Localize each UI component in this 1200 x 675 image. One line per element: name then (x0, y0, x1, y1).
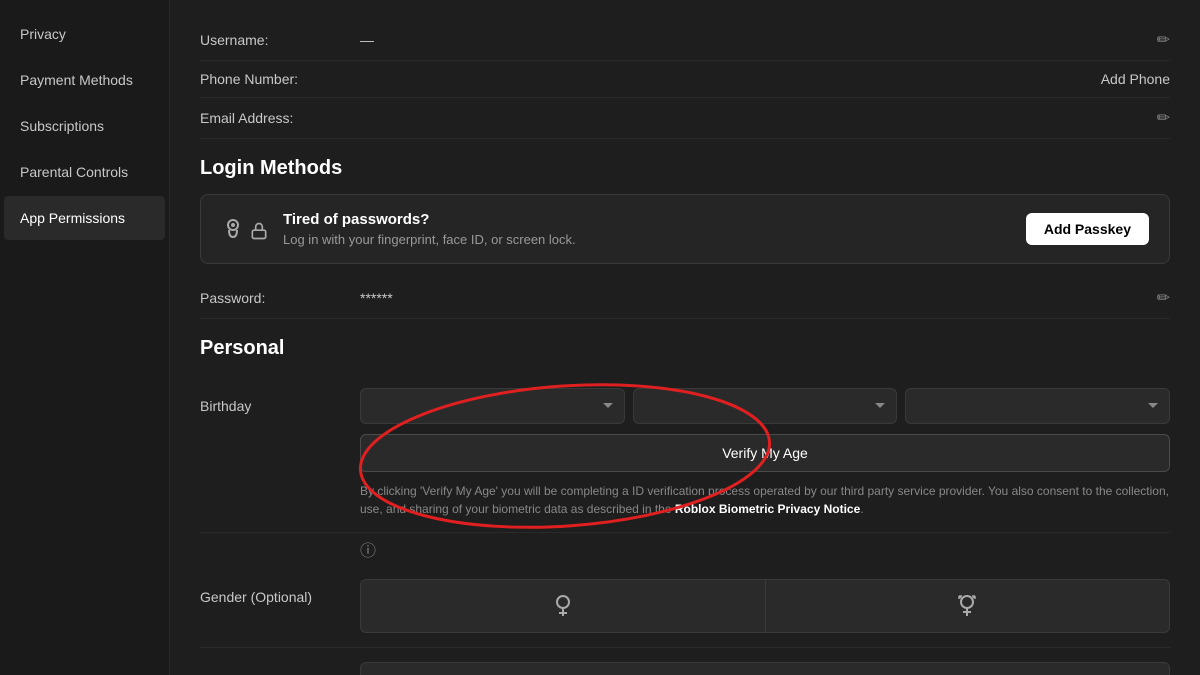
birthday-day-select[interactable] (633, 388, 898, 424)
phone-label: Phone Number: (200, 71, 360, 87)
login-methods-title: Login Methods (200, 157, 1170, 180)
gender-controls (360, 579, 1170, 633)
passkey-subtitle: Log in with your fingerprint, face ID, o… (283, 232, 576, 247)
email-row: Email Address: ✏ (200, 98, 1170, 139)
birthday-row: Birthday JanuaryFebruaryMarch AprilMayJu… (200, 374, 1170, 533)
sidebar-item-app-permissions[interactable]: App Permissions (4, 196, 165, 240)
passkey-icon (221, 217, 269, 241)
sidebar-item-parental-label: Parental Controls (20, 164, 128, 180)
help-spacer (200, 537, 360, 547)
sidebar-item-app-label: App Permissions (20, 210, 125, 226)
help-row: ⓘ (200, 533, 1170, 565)
password-edit-icon[interactable]: ✏ (1157, 288, 1170, 308)
username-value: — (360, 32, 1157, 48)
gender-label: Gender (Optional) (200, 579, 360, 605)
email-edit-icon[interactable]: ✏ (1157, 108, 1170, 128)
sidebar-item-parental-controls[interactable]: Parental Controls (4, 150, 165, 194)
help-icon-area: ⓘ (360, 537, 376, 561)
sidebar-item-payment-methods[interactable]: Payment Methods (4, 58, 165, 102)
username-edit-icon[interactable]: ✏ (1157, 30, 1170, 50)
sidebar-item-privacy[interactable]: Privacy (4, 12, 165, 56)
birthday-controls: JanuaryFebruaryMarch AprilMayJune JulyAu… (360, 388, 1170, 518)
passkey-banner: Tired of passwords? Log in with your fin… (200, 194, 1170, 264)
sidebar-item-privacy-label: Privacy (20, 26, 66, 42)
language-label: Language (200, 662, 360, 675)
passkey-text: Tired of passwords? Log in with your fin… (283, 211, 576, 247)
email-label: Email Address: (200, 110, 360, 126)
gender-male-button[interactable] (360, 579, 766, 633)
gender-row: Gender (Optional) (200, 565, 1170, 648)
verify-age-button[interactable]: Verify My Age (360, 434, 1170, 472)
birthday-dropdowns: JanuaryFebruaryMarch AprilMayJune JulyAu… (360, 388, 1170, 424)
main-content: Username: — ✏ Phone Number: Add Phone Em… (170, 0, 1200, 675)
help-icon[interactable]: ⓘ (360, 543, 376, 560)
language-row: Language English Spanish French German (200, 648, 1170, 675)
passkey-title: Tired of passwords? (283, 211, 576, 228)
password-label: Password: (200, 290, 360, 306)
password-row: Password: ****** ✏ (200, 278, 1170, 319)
gender-other-button[interactable] (766, 579, 1171, 633)
birthday-month-select[interactable]: JanuaryFebruaryMarch AprilMayJune JulyAu… (360, 388, 625, 424)
add-phone-button[interactable]: Add Phone (1101, 71, 1170, 87)
add-passkey-button[interactable]: Add Passkey (1026, 213, 1149, 245)
password-value: ****** (360, 290, 1157, 306)
gender-buttons (360, 579, 1170, 633)
birthday-label: Birthday (200, 388, 360, 414)
sidebar-item-subscriptions[interactable]: Subscriptions (4, 104, 165, 148)
personal-section: Birthday JanuaryFebruaryMarch AprilMayJu… (200, 374, 1170, 675)
username-row: Username: — ✏ (200, 20, 1170, 61)
language-controls: English Spanish French German (360, 662, 1170, 675)
sidebar: Privacy Payment Methods Subscriptions Pa… (0, 0, 170, 675)
verify-notice: By clicking 'Verify My Age' you will be … (360, 482, 1170, 518)
birthday-year-select[interactable] (905, 388, 1170, 424)
username-label: Username: (200, 32, 360, 48)
biometric-privacy-link[interactable]: Roblox Biometric Privacy Notice (675, 502, 860, 516)
phone-row: Phone Number: Add Phone (200, 61, 1170, 98)
personal-title: Personal (200, 337, 1170, 360)
sidebar-item-payment-label: Payment Methods (20, 72, 133, 88)
sidebar-item-subscriptions-label: Subscriptions (20, 118, 104, 134)
language-select[interactable]: English Spanish French German (360, 662, 1170, 675)
